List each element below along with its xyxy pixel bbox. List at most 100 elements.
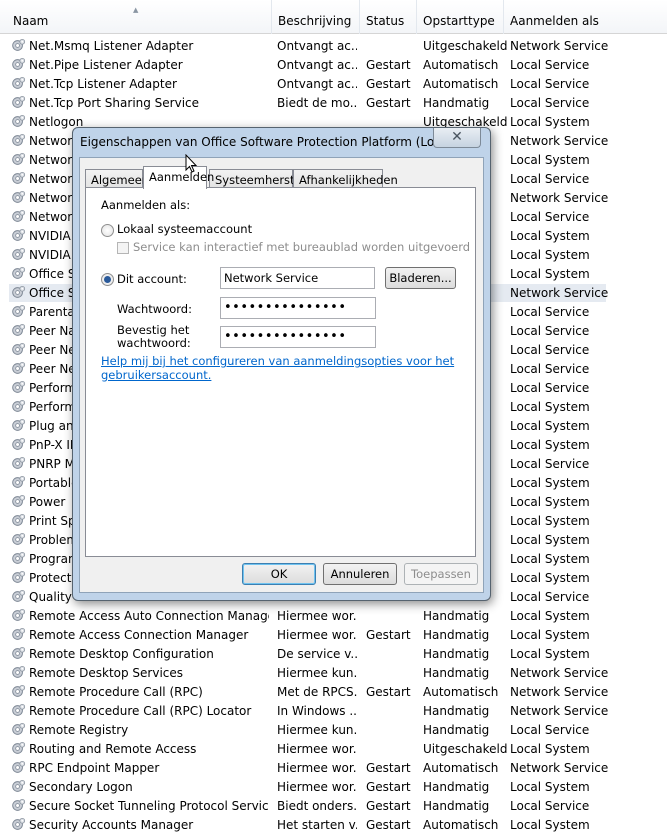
service-startup-type: Handmatig [423,666,490,680]
logon-panel: Aanmelden als: Lokaal systeemaccount Ser… [85,187,476,557]
service-gear-icon [11,437,26,452]
list-header: ▲ Naam Beschrijving Status Opstarttype A… [0,0,667,34]
service-logon-as: Local System [510,818,590,832]
service-logon-as: Local Service [510,381,590,395]
service-name: RPC Endpoint Mapper [29,761,160,775]
service-row[interactable]: Remote Desktop Services Hiermee kun... Han… [0,663,667,682]
service-logon-as: Local Service [510,305,590,319]
help-link-line1[interactable]: Help mij bij het configureren van aanmel… [101,354,454,368]
service-gear-icon [11,684,26,699]
column-header-startup-type[interactable]: Opstarttype [417,0,504,34]
service-logon-as: Local System [510,419,590,433]
service-row[interactable]: Net.Tcp Port Sharing Service Biedt de mo.… [0,93,667,112]
column-header-description[interactable]: Beschrijving [272,0,360,34]
service-gear-icon [11,304,26,319]
service-gear-icon [11,494,26,509]
service-logon-as: Local System [510,647,590,661]
service-row[interactable]: Net.Msmq Listener Adapter Ontvangt ac... U… [0,36,667,55]
account-name-field[interactable]: Network Service [220,267,375,289]
service-status: Gestart [366,799,411,813]
service-status: Gestart [366,685,411,699]
service-row[interactable]: Secondary Logon Hiermee wor... Gestart Hand… [0,777,667,796]
service-logon-as: Local System [510,400,590,414]
column-header-logon-as[interactable]: Aanmelden als [504,0,654,34]
service-row[interactable]: Remote Access Auto Connection Manager Hie… [0,606,667,625]
this-account-label: Dit account: [117,272,187,286]
service-startup-type: Automatisch [423,58,499,72]
service-name: Remote Desktop Configuration [29,647,214,661]
service-description: Biedt onders... [277,799,357,813]
service-logon-as: Local System [510,780,590,794]
column-header-name[interactable]: Naam [7,0,272,34]
service-row[interactable]: Net.Pipe Listener Adapter Ontvangt ac... G… [0,55,667,74]
browse-button[interactable]: Bladeren... [385,267,456,289]
cancel-button[interactable]: Annuleren [323,563,397,585]
service-gear-icon [11,665,26,680]
service-name: Net.Pipe Listener Adapter [29,58,183,72]
service-startup-type: Automatisch [423,761,499,775]
service-gear-icon [11,38,26,53]
service-row[interactable]: Remote Procedure Call (RPC) Locator In Wi… [0,701,667,720]
service-name: Security Accounts Manager [29,818,194,832]
service-row[interactable]: Security Accounts Manager Het starten v..… [0,815,667,834]
service-name: Remote Desktop Services [29,666,184,680]
service-row[interactable]: Remote Access Connection Manager Hiermee … [0,625,667,644]
service-startup-type: Handmatig [423,723,490,737]
service-logon-as: Local System [510,533,590,547]
service-description: Hiermee wor... [277,609,357,623]
service-gear-icon [11,57,26,72]
service-gear-icon [11,209,26,224]
this-account-radio[interactable] [101,273,114,286]
ok-button[interactable]: OK [242,563,316,585]
help-link-line2[interactable]: gebruikersaccount. [101,368,211,382]
service-gear-icon [11,190,26,205]
tab-general[interactable]: Algemeen [85,169,149,188]
password-field[interactable]: ••••••••••••••• [220,297,376,319]
service-description: Met de RPCS... [277,685,357,699]
service-logon-as: Local Service [510,590,590,604]
service-row[interactable]: Remote Registry Hiermee kun... Handmatig Lo… [0,720,667,739]
confirm-password-field[interactable]: ••••••••••••••• [220,326,376,348]
service-name: Remote Access Auto Connection Manager [29,609,269,623]
service-gear-icon [11,380,26,395]
service-row[interactable]: Remote Procedure Call (RPC) Met de RPCS..… [0,682,667,701]
service-startup-type: Handmatig [423,609,490,623]
service-status: Gestart [366,96,411,110]
service-row[interactable]: RPC Endpoint Mapper Hiermee wor... Gestart… [0,758,667,777]
service-description: De service v... [277,647,357,661]
interact-desktop-checkbox[interactable] [117,242,129,254]
tab-dependencies[interactable]: Afhankelijkheden [293,169,398,188]
service-logon-as: Local System [510,514,590,528]
service-name: Secure Socket Tunneling Protocol Service [29,799,269,813]
service-logon-as: Local System [510,571,590,585]
service-logon-as: Local Service [510,77,590,91]
service-gear-icon [11,741,26,756]
service-row[interactable]: Routing and Remote Access Hiermee wor... U… [0,739,667,758]
service-row[interactable]: Secure Socket Tunneling Protocol Service… [0,796,667,815]
close-button[interactable]: ✕ [433,128,481,148]
service-logon-as: Network Service [510,134,609,148]
service-name: Secondary Logon [29,780,133,794]
service-startup-type: Uitgeschakeld [423,39,507,53]
service-status: Gestart [366,77,411,91]
service-gear-icon [11,627,26,642]
apply-button[interactable]: Toepassen [404,563,478,585]
service-description: In Windows ... [277,704,357,718]
service-row[interactable]: Net.Tcp Listener Adapter Ontvangt ac... Ge… [0,74,667,93]
tab-recovery[interactable]: Systeemherstel [209,169,305,188]
service-logon-as: Local Service [510,723,590,737]
service-description: Het starten v... [277,818,357,832]
service-gear-icon [11,76,26,91]
service-gear-icon [11,570,26,585]
service-row[interactable]: Remote Desktop Configuration De service v… [0,644,667,663]
local-system-account-radio[interactable] [101,224,114,237]
service-gear-icon [11,722,26,737]
service-logon-as: Local Service [510,58,590,72]
service-gear-icon [11,133,26,148]
column-header-status[interactable]: Status [360,0,417,34]
service-name: Remote Access Connection Manager [29,628,249,642]
service-logon-as: Local System [510,628,590,642]
service-gear-icon [11,589,26,604]
service-startup-type: Handmatig [423,704,490,718]
logon-as-heading: Aanmelden als: [101,198,191,212]
